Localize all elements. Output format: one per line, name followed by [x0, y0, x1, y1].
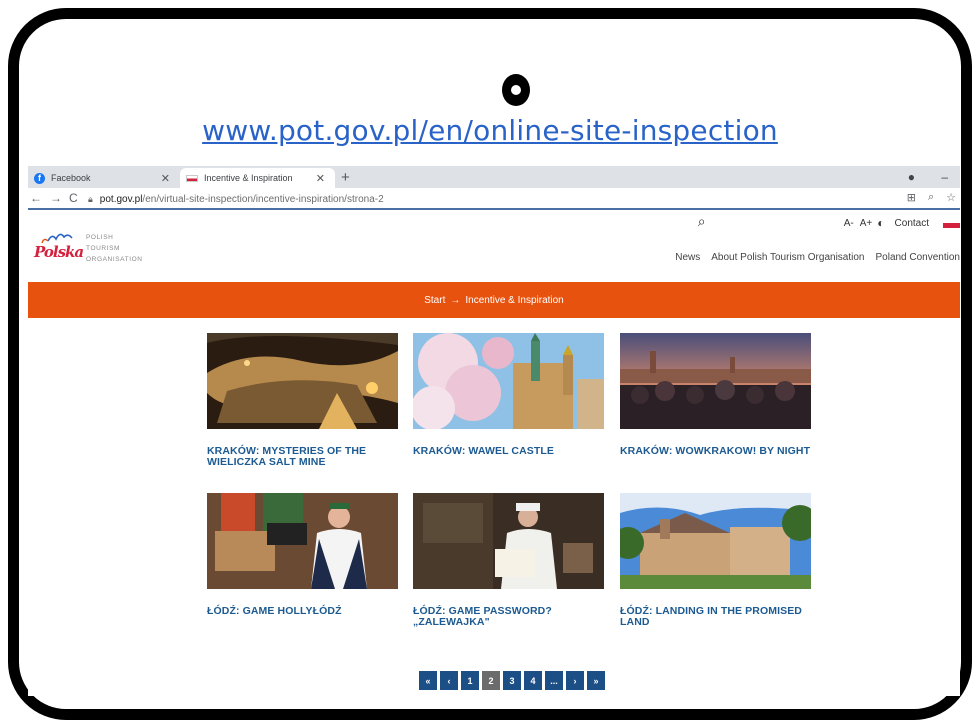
- back-arrow-icon[interactable]: ←: [30, 191, 42, 205]
- logo-line-tourism: TOURISM: [86, 245, 121, 252]
- search-icon[interactable]: ⌕: [698, 213, 706, 230]
- close-icon[interactable]: ✕: [161, 172, 170, 185]
- zoom-icon[interactable]: ⌕: [928, 191, 934, 204]
- profile-icon[interactable]: ●: [908, 170, 915, 184]
- new-tab-button[interactable]: +: [341, 169, 350, 186]
- card-title[interactable]: KRAKÓW: WAWEL CASTLE: [413, 446, 604, 457]
- nav-item-about[interactable]: About Polish Tourism Organisation: [711, 252, 864, 263]
- contrast-icon[interactable]: ◐: [877, 216, 884, 230]
- bookmark-star-icon[interactable]: ☆: [946, 191, 956, 204]
- hollylodz-image[interactable]: [207, 493, 398, 589]
- url-path: /en/virtual-site-inspection/incentive-in…: [142, 193, 384, 205]
- font-larger-button[interactable]: A+: [860, 218, 873, 229]
- font-smaller-button[interactable]: A-: [844, 218, 854, 229]
- camera-icon: [502, 74, 530, 106]
- tab-incentive-inspiration[interactable]: Incentive & Inspiration ✕: [180, 168, 335, 188]
- article-card[interactable]: KRAKÓW: WAWEL CASTLE: [413, 333, 604, 457]
- browser-window: f Facebook ✕ Incentive & Inspiration ✕ +…: [28, 166, 960, 696]
- page-button-4[interactable]: 4: [524, 671, 542, 690]
- tab-strip: f Facebook ✕ Incentive & Inspiration ✕ +…: [28, 166, 960, 188]
- site-logo[interactable]: Polska POLISH TOURISM ORGANISATION: [34, 229, 146, 269]
- page-button-2[interactable]: 2: [482, 671, 500, 690]
- logo-wordmark: Polska: [34, 243, 84, 261]
- minimize-icon[interactable]: –: [941, 170, 948, 184]
- page-button-3[interactable]: 3: [503, 671, 521, 690]
- contact-link[interactable]: Contact: [895, 218, 929, 229]
- utility-bar: ⌕ A- A+ ◐ Contact: [698, 213, 960, 230]
- nav-item-convention[interactable]: Poland Convention: [875, 252, 960, 263]
- tab-facebook[interactable]: f Facebook ✕: [28, 168, 180, 188]
- logo-line-organisation: ORGANISATION: [86, 256, 143, 263]
- breadcrumb: Start → Incentive & Inspiration: [28, 282, 960, 318]
- reload-icon[interactable]: C: [69, 191, 78, 205]
- breadcrumb-start[interactable]: Start: [424, 295, 445, 306]
- breadcrumb-current: Incentive & Inspiration: [465, 294, 564, 306]
- site-inspection-link[interactable]: www.pot.gov.pl/en/online-site-inspection: [0, 114, 980, 147]
- tab-label: Facebook: [51, 173, 91, 183]
- next-page-button[interactable]: ›: [566, 671, 584, 690]
- forward-arrow-icon[interactable]: →: [50, 191, 62, 205]
- ellipsis: ...: [545, 671, 563, 690]
- card-title[interactable]: KRAKÓW: MYSTERIES OF THE WIELICZKA SALT …: [207, 446, 398, 468]
- article-card[interactable]: KRAKÓW: MYSTERIES OF THE WIELICZKA SALT …: [207, 333, 398, 468]
- card-title[interactable]: ŁÓDŹ: GAME PASSWORD? „ZALEWAJKA": [413, 606, 604, 628]
- url-host: pot.gov.pl: [99, 193, 143, 205]
- article-card[interactable]: ŁÓDŹ: GAME PASSWORD? „ZALEWAJKA": [413, 493, 604, 628]
- card-title[interactable]: ŁÓDŹ: GAME HOLLYŁÓDŹ: [207, 606, 398, 617]
- main-navigation: News About Polish Tourism Organisation P…: [675, 252, 960, 263]
- zalewajka-image[interactable]: [413, 493, 604, 589]
- poland-flag-icon: [186, 174, 198, 182]
- card-title[interactable]: KRAKÓW: WOWKRAKOW! BY NIGHT: [620, 446, 811, 457]
- breadcrumb-arrow-icon: →: [450, 294, 461, 306]
- facebook-icon: f: [34, 172, 45, 184]
- promised-land-image[interactable]: [620, 493, 811, 589]
- article-card[interactable]: KRAKÓW: WOWKRAKOW! BY NIGHT: [620, 333, 811, 457]
- prev-page-button[interactable]: ‹: [440, 671, 458, 690]
- article-card[interactable]: ŁÓDŹ: LANDING IN THE PROMISED LAND: [620, 493, 811, 628]
- language-flag-icon[interactable]: [943, 218, 960, 228]
- page-button-1[interactable]: 1: [461, 671, 479, 690]
- wawel-castle-image[interactable]: [413, 333, 604, 429]
- address-bar-actions: ⊞ ⌕ ☆: [907, 191, 956, 204]
- tab-label: Incentive & Inspiration: [204, 173, 293, 183]
- article-card[interactable]: ŁÓDŹ: GAME HOLLYŁÓDŹ: [207, 493, 398, 617]
- salt-mine-image[interactable]: [207, 333, 398, 429]
- logo-text: POLISH TOURISM ORGANISATION: [86, 232, 143, 265]
- address-bar: ← → C 🔒︎ pot.gov.pl /en/virtual-site-ins…: [28, 188, 960, 210]
- close-icon[interactable]: ✕: [316, 172, 325, 185]
- last-page-button[interactable]: »: [587, 671, 605, 690]
- translate-icon[interactable]: ⊞: [907, 191, 916, 204]
- nav-item-news[interactable]: News: [675, 252, 700, 263]
- logo-line-polish: POLISH: [86, 234, 114, 241]
- url-input[interactable]: 🔒︎ pot.gov.pl /en/virtual-site-inspectio…: [88, 191, 914, 207]
- pagination: « ‹ 1 2 3 4 ... › »: [419, 671, 605, 690]
- card-title[interactable]: ŁÓDŹ: LANDING IN THE PROMISED LAND: [620, 606, 811, 628]
- first-page-button[interactable]: «: [419, 671, 437, 690]
- krakow-night-image[interactable]: [620, 333, 811, 429]
- lock-icon: 🔒︎: [88, 193, 93, 204]
